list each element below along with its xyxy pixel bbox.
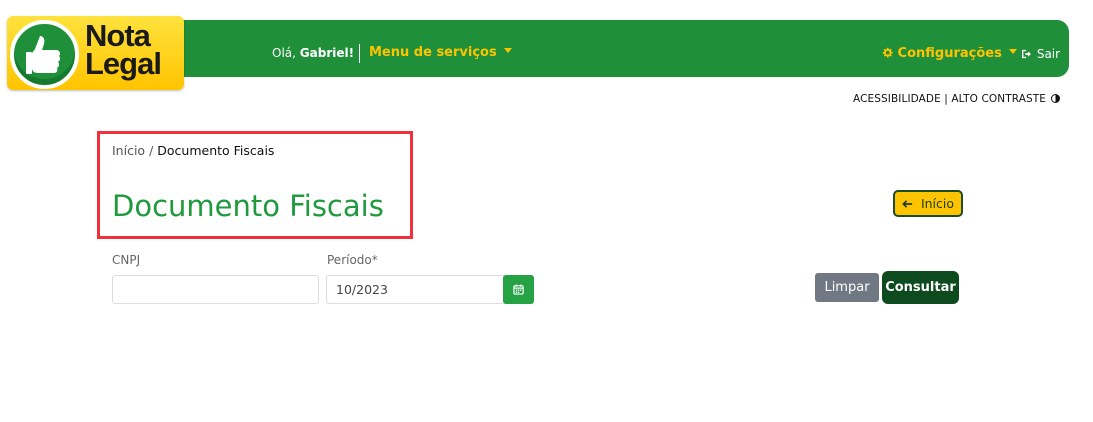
half-circle-contrast-icon xyxy=(1051,94,1061,103)
page-title: Documento Fiscais xyxy=(112,189,384,223)
period-input[interactable]: 10/2023 xyxy=(326,275,506,304)
logout-link[interactable]: Sair xyxy=(1022,47,1060,61)
sign-out-icon xyxy=(1022,49,1031,59)
thumbs-up-icon xyxy=(10,20,79,89)
period-label: Período* xyxy=(327,253,378,267)
services-menu-dropdown[interactable]: Menu de serviços xyxy=(369,45,512,60)
chevron-down-icon xyxy=(503,48,512,53)
user-name: Gabriel! xyxy=(299,46,355,60)
gear-icon xyxy=(882,47,893,58)
logo-line-2: Legal xyxy=(85,46,162,81)
search-submit-button[interactable]: Consultar xyxy=(882,271,959,304)
back-home-label: Início xyxy=(920,196,955,211)
arrow-left-icon xyxy=(902,199,913,208)
services-menu-label: Menu de serviços xyxy=(369,45,497,60)
breadcrumb-current: Documento Fiscais xyxy=(157,143,275,158)
logout-label: Sair xyxy=(1036,47,1061,61)
chevron-down-icon xyxy=(1008,49,1017,54)
settings-menu-label: Configurações xyxy=(897,46,1002,61)
breadcrumb-separator: / xyxy=(149,143,154,158)
navbar-divider xyxy=(359,44,360,63)
nota-legal-logo[interactable]: Nota Legal xyxy=(7,16,184,90)
breadcrumb-home[interactable]: Início xyxy=(112,143,145,158)
cnpj-label: CNPJ xyxy=(112,253,141,267)
settings-menu-dropdown[interactable]: Configurações xyxy=(882,46,1017,61)
clear-button[interactable]: Limpar xyxy=(815,273,879,302)
breadcrumb: Início / Documento Fiscais xyxy=(112,143,274,158)
calendar-icon xyxy=(513,284,524,295)
back-home-button[interactable]: Início xyxy=(893,190,963,217)
logo-text: Nota Legal xyxy=(85,20,162,81)
accessibility-label: ACESSIBILIDADE | ALTO CONTRASTE xyxy=(853,93,1046,105)
cnpj-input[interactable] xyxy=(112,275,319,304)
greeting-prefix: Olá, xyxy=(272,46,296,60)
accessibility-link[interactable]: ACESSIBILIDADE | ALTO CONTRASTE xyxy=(853,93,1061,105)
calendar-button[interactable] xyxy=(503,275,534,304)
user-greeting: Olá, Gabriel! xyxy=(272,46,354,60)
